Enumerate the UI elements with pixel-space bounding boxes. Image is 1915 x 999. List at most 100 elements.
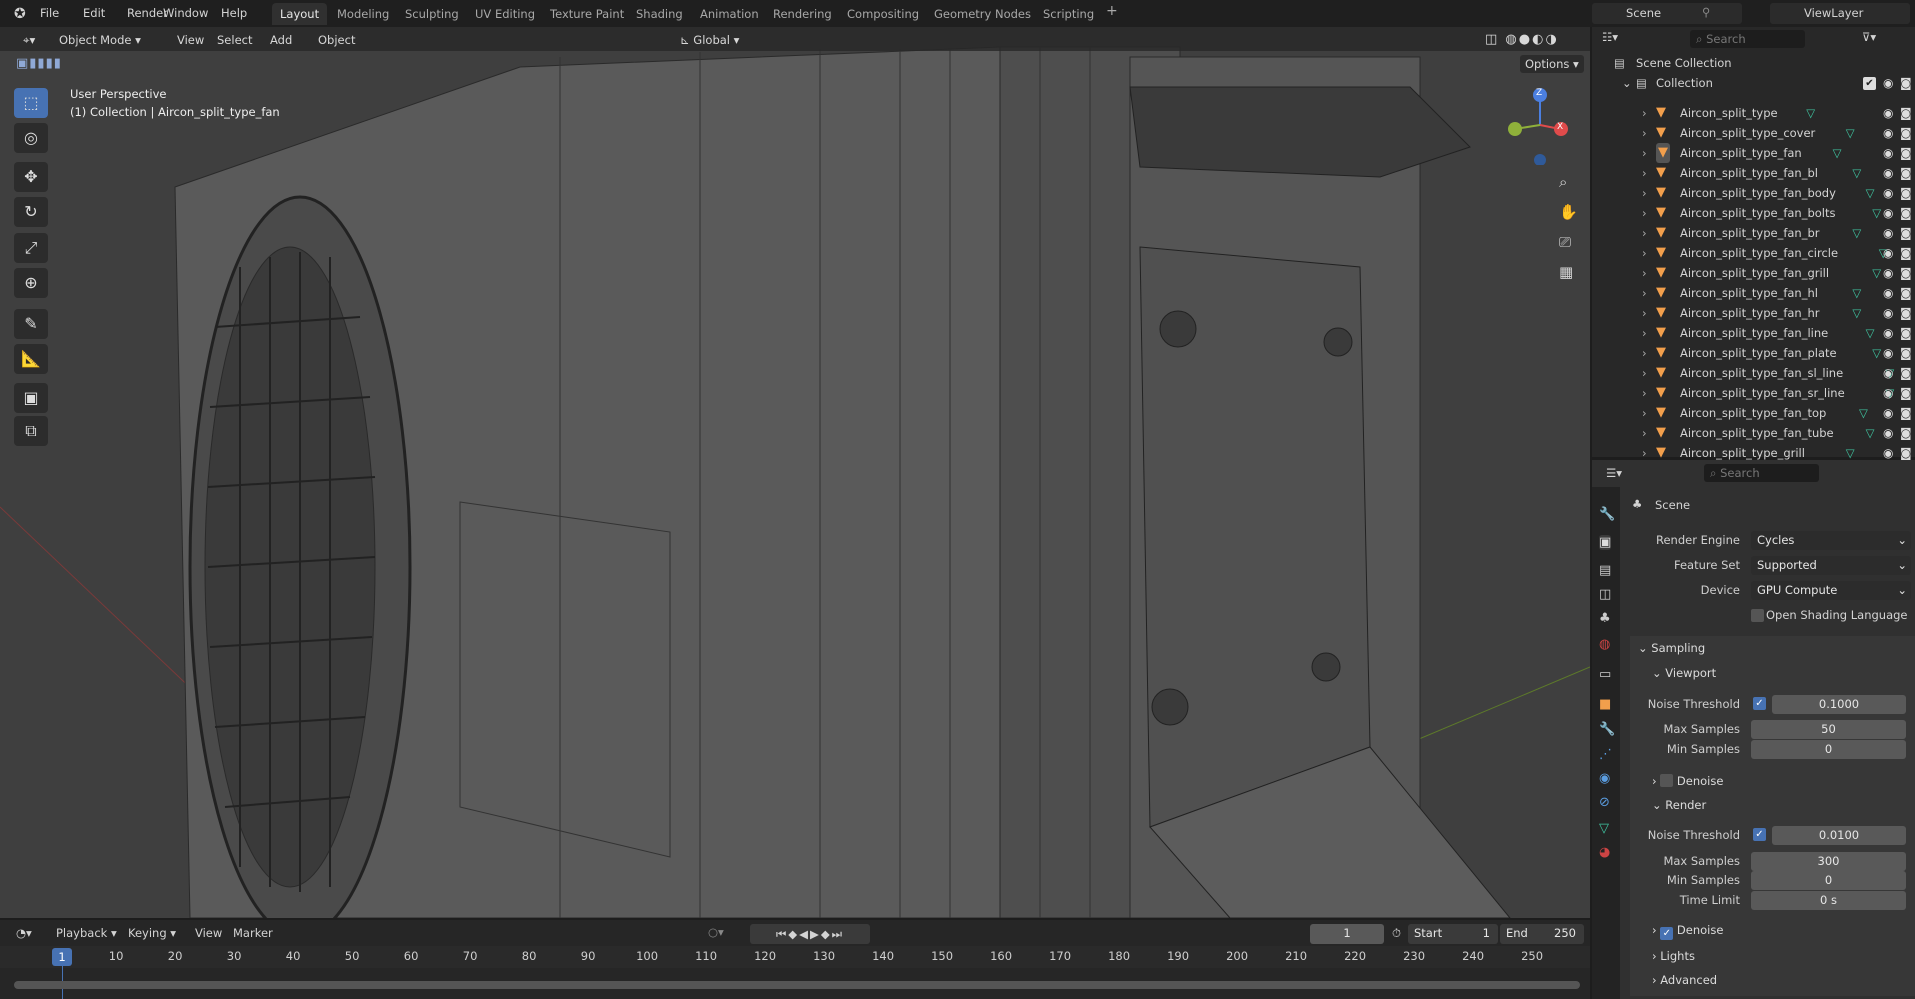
camera-icon[interactable]: ◙ (1900, 323, 1912, 343)
mesh-data-icon[interactable]: ▽ (1866, 183, 1875, 203)
eye-icon[interactable]: ◉ (1883, 243, 1893, 263)
eye-icon[interactable]: ◉ (1883, 383, 1893, 403)
camera-icon[interactable]: ◙ (1900, 73, 1912, 93)
camera-icon[interactable]: ◙ (1900, 223, 1912, 243)
stopwatch-icon[interactable]: ⏱ (1392, 926, 1401, 941)
eye-icon[interactable]: ◉ (1883, 163, 1893, 183)
eye-icon[interactable]: ◉ (1883, 223, 1893, 243)
menu-file[interactable]: File (40, 6, 59, 20)
outliner-item[interactable]: › ▼ Aircon_split_type_fan_br ▽ ◉ ◙ (1592, 223, 1915, 243)
vp-noise-field[interactable]: 0.1000 (1772, 695, 1906, 714)
timeline-scrollbar[interactable] (14, 981, 1580, 989)
outliner-item[interactable]: › ▼ Aircon_split_type_fan_circle ▽ ◉ ◙ (1592, 243, 1915, 263)
exclude-checkbox[interactable]: ✔ (1863, 77, 1876, 90)
eye-icon[interactable]: ◉ (1883, 283, 1893, 303)
outliner-item[interactable]: › ▼ Aircon_split_type_fan_line ▽ ◉ ◙ (1592, 323, 1915, 343)
camera-view-icon[interactable]: ⎚ (1559, 233, 1571, 251)
editor-type-icon[interactable]: ☰▾ (1606, 466, 1622, 480)
tool-select-box-icon[interactable]: ⬚ (14, 88, 48, 118)
vp-max-field[interactable]: 50 (1751, 720, 1906, 739)
denoise_label-section-header[interactable]: › ✓ Denoise (1652, 923, 1723, 940)
timeline-menu-keying[interactable]: Keying ▾ (128, 926, 176, 940)
end-frame-field[interactable]: End 250 (1500, 924, 1584, 944)
feature-set-dropdown[interactable]: Supported ⌄ (1751, 556, 1911, 575)
tab-scripting[interactable]: Scripting (1035, 3, 1102, 25)
menu-edit[interactable]: Edit (83, 6, 105, 20)
expand-icon[interactable]: › (1642, 203, 1647, 223)
expand-icon[interactable]: › (1642, 183, 1647, 203)
viewport-menu-view[interactable]: View (172, 31, 209, 49)
editor-type-icon[interactable]: ⌖▾ (18, 31, 40, 49)
outliner-item[interactable]: › ▼ Aircon_split_type_fan_body ▽ ◉ ◙ (1592, 183, 1915, 203)
camera-icon[interactable]: ◙ (1900, 423, 1912, 443)
editor-type-icon[interactable]: ◔▾ (16, 926, 32, 940)
expand-icon[interactable]: › (1642, 223, 1647, 243)
playback-controls[interactable]: ⏮◆◀▶◆⏭ (750, 924, 870, 944)
expand-icon[interactable]: › (1642, 283, 1647, 303)
tool-add-cube-icon[interactable]: ▣ (14, 383, 48, 413)
menu-help[interactable]: Help (221, 6, 247, 20)
tool-transform-icon[interactable]: ⊕ (14, 268, 48, 298)
selection-mode-icons[interactable]: ▣▮▮▮▮ (16, 56, 62, 71)
pan-hand-icon[interactable]: ✋ (1559, 203, 1578, 221)
zoom-icon[interactable]: ⌕ (1559, 173, 1567, 191)
shading-modes[interactable]: ◫ ◍●◐◑ (1480, 31, 1564, 49)
outliner-item[interactable]: › ▼ Aircon_split_type_fan_sl_line ▽ ◉ ◙ (1592, 363, 1915, 383)
pin-icon[interactable]: ⚲ (1702, 5, 1710, 19)
scene-selector[interactable]: Scene ⚲ (1592, 3, 1742, 24)
camera-icon[interactable]: ◙ (1900, 163, 1912, 183)
mesh-data-icon[interactable]: ▽ (1852, 303, 1861, 323)
expand-icon[interactable]: › (1642, 343, 1647, 363)
mesh-data-icon[interactable]: ▽ (1866, 323, 1875, 343)
expand-icon[interactable]: › (1642, 143, 1647, 163)
eye-icon[interactable]: ◉ (1883, 343, 1893, 363)
orientation-dropdown[interactable]: ⊾ Global ▾ (675, 31, 749, 49)
camera-icon[interactable]: ◙ (1900, 243, 1912, 263)
outliner-item[interactable]: › ▼ Aircon_split_type_fan_bolts ▽ ◉ ◙ (1592, 203, 1915, 223)
tab-texture-paint[interactable]: Texture Paint (542, 3, 632, 25)
expand-icon[interactable]: › (1642, 323, 1647, 343)
blender-logo-icon[interactable]: ✪ (14, 6, 26, 22)
properties-search-input[interactable]: ⌕ Search (1704, 464, 1819, 482)
tool-annotate-icon[interactable]: ✎ (14, 309, 48, 339)
camera-icon[interactable]: ◙ (1900, 143, 1912, 163)
eye-icon[interactable]: ◉ (1883, 143, 1893, 163)
device-dropdown[interactable]: GPU Compute ⌄ (1751, 581, 1911, 600)
mesh-data-icon[interactable]: ▽ (1833, 143, 1842, 163)
camera-icon[interactable]: ◙ (1900, 403, 1912, 423)
denoise-checkbox[interactable] (1660, 774, 1674, 787)
outliner-item[interactable]: › ▼ Aircon_split_type_fan_plate ▽ ◉ ◙ (1592, 343, 1915, 363)
collection-tab-icon[interactable]: ▭ (1599, 667, 1611, 682)
outliner-item[interactable]: › ▼ Aircon_split_type_fan_hr ▽ ◉ ◙ (1592, 303, 1915, 323)
mesh-data-icon[interactable]: ▽ (1872, 263, 1881, 283)
add-workspace-icon[interactable]: + (1106, 3, 1118, 19)
tool-cursor-icon[interactable]: ◎ (14, 123, 48, 153)
outliner-item[interactable]: › ▼ Aircon_split_type_fan_bl ▽ ◉ ◙ (1592, 163, 1915, 183)
outliner-item[interactable]: › ▼ Aircon_split_type_fan ▽ ◉ ◙ (1592, 143, 1915, 163)
mesh-data-icon[interactable]: ▽ (1806, 103, 1815, 123)
tab-compositing[interactable]: Compositing (839, 3, 927, 25)
viewport-menu-add[interactable]: Add (265, 31, 297, 49)
r-time-field[interactable]: 0 s (1751, 891, 1906, 910)
noise-threshold-checkbox[interactable]: ✓ (1753, 828, 1766, 841)
scene-collection-row[interactable]: ▤ Scene Collection (1592, 53, 1915, 73)
eye-icon[interactable]: ◉ (1883, 263, 1893, 283)
advanced-section-header[interactable]: › Advanced (1652, 973, 1717, 987)
timeline-menu-marker[interactable]: Marker (233, 926, 273, 940)
expand-icon[interactable]: › (1642, 243, 1647, 263)
camera-icon[interactable]: ◙ (1900, 183, 1912, 203)
tool-move-icon[interactable]: ✥ (14, 162, 48, 192)
menu-window[interactable]: Window (163, 6, 208, 20)
tool-tab-icon[interactable]: 🔧 (1599, 507, 1615, 522)
tool-measure-icon[interactable]: 📐 (14, 344, 48, 374)
expand-icon[interactable]: › (1642, 123, 1647, 143)
denoise-checkbox[interactable]: ✓ (1660, 927, 1674, 940)
view-layer-selector[interactable]: ViewLayer (1770, 3, 1910, 24)
eye-icon[interactable]: ◉ (1883, 203, 1893, 223)
mesh-data-icon[interactable]: ▽ (1852, 163, 1861, 183)
tab-animation[interactable]: Animation (692, 3, 767, 25)
tab-modeling[interactable]: Modeling (329, 3, 397, 25)
tab-sculpting[interactable]: Sculpting (397, 3, 467, 25)
camera-icon[interactable]: ◙ (1900, 303, 1912, 323)
vp-min-field[interactable]: 0 (1751, 740, 1906, 759)
